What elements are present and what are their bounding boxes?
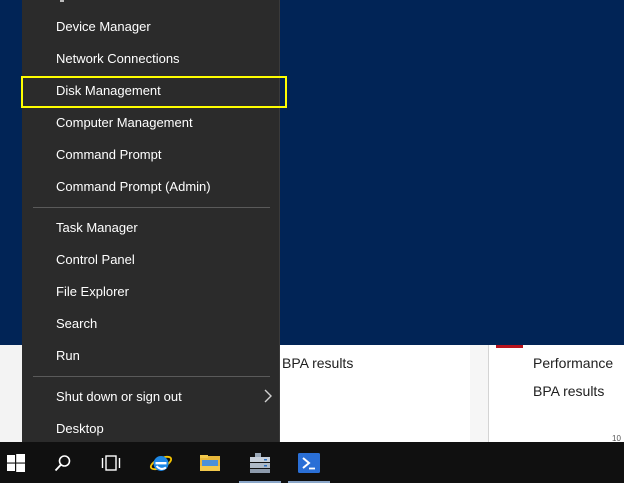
powershell-icon [298,452,320,473]
taskbar [0,442,624,483]
chevron-right-icon [264,389,272,403]
menu-separator [33,376,270,377]
server-manager-button[interactable] [236,442,284,483]
file-explorer-button[interactable] [186,442,234,483]
menu-item-desktop[interactable]: Desktop [22,414,280,444]
winx-context-menu: Device Manager Network Connections Disk … [22,0,280,442]
bpa-results-link[interactable]: BPA results [533,383,604,399]
internet-explorer-button[interactable] [137,442,185,483]
status-indicator-bar [496,345,523,348]
search-icon [54,454,71,471]
menu-item-shut-down-or-sign-out[interactable]: Shut down or sign out [22,382,280,412]
menu-item-task-manager[interactable]: Task Manager [22,213,280,243]
menu-item-device-manager[interactable]: Device Manager [22,12,280,42]
panel-divider [488,345,489,442]
menu-item-search[interactable]: Search [22,309,280,339]
server-manager-left-strip [0,345,22,442]
start-button[interactable] [0,442,40,483]
internet-explorer-icon [149,455,173,471]
menu-item-command-prompt[interactable]: Command Prompt [22,140,280,170]
menu-separator [33,207,270,208]
menu-item-control-panel[interactable]: Control Panel [22,245,280,275]
search-button[interactable] [39,442,87,483]
menu-item-file-explorer[interactable]: File Explorer [22,277,280,307]
menu-item-command-prompt-admin[interactable]: Command Prompt (Admin) [22,172,280,202]
menu-item-run[interactable]: Run [22,341,280,371]
performance-link[interactable]: Performance [533,355,613,371]
file-explorer-icon [200,454,220,471]
menu-item-network-connections[interactable]: Network Connections [22,44,280,74]
menu-item-partial [60,0,64,2]
bpa-results-link[interactable]: BPA results [282,355,353,371]
disk-management-highlight [21,76,287,108]
powershell-button[interactable] [285,442,333,483]
menu-item-computer-management[interactable]: Computer Management [22,108,280,138]
windows-start-icon [7,453,25,472]
task-view-button[interactable] [87,442,135,483]
server-manager-icon [250,452,270,473]
task-view-icon [101,454,121,471]
panel-gap [470,345,488,442]
